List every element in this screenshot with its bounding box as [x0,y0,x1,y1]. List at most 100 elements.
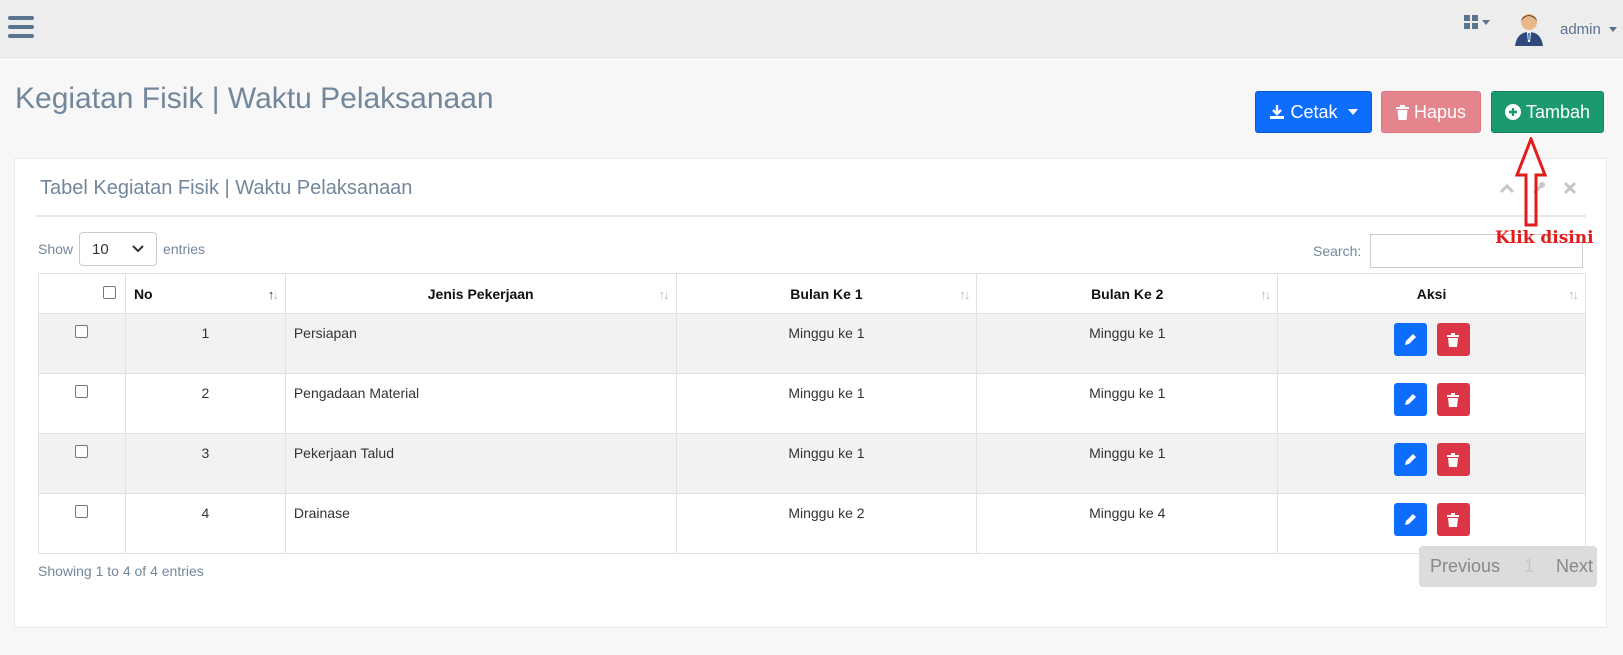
table-row: 4 Drainase Minggu ke 2 Minggu ke 4 [38,493,1586,554]
edit-button[interactable] [1393,443,1427,476]
cell-bulan-1: Minggu ke 2 [675,493,978,554]
row-checkbox-cell [38,493,126,554]
delete-all-button[interactable]: Hapus [1381,91,1481,133]
cell-no: 2 [124,373,286,434]
column-label: Bulan Ke 2 [1091,285,1164,302]
avatar [1515,14,1543,46]
cell-aksi [1277,373,1586,434]
select-all-checkbox[interactable] [102,285,116,299]
trash-icon [1447,332,1460,347]
select-all-cell [38,273,126,314]
annotation-text: Klik disini [1495,228,1594,248]
sort-asc-icon: ↑↓ [267,287,279,302]
page-1-button[interactable]: 1 [1524,556,1534,577]
pencil-icon [1405,333,1417,345]
top-navbar: admin [0,0,1623,58]
row-checkbox-cell [38,373,126,434]
page-length-value: 10 [92,240,109,258]
row-checkbox-cell [38,433,126,494]
close-icon[interactable] [1563,181,1577,200]
previous-page-button[interactable]: Previous [1430,556,1500,577]
column-header-jenis[interactable]: Jenis Pekerjaan ↑↓ [284,273,677,314]
download-icon [1269,104,1285,120]
row-checkbox[interactable] [75,325,89,338]
cell-no: 1 [124,313,286,374]
cell-bulan-2: Minggu ke 1 [976,373,1279,434]
edit-button[interactable] [1393,503,1427,536]
column-label: No [133,285,153,302]
pagination: Previous 1 Next [1419,546,1597,587]
panel-title: Tabel Kegiatan Fisik | Waktu Pelaksanaan [40,177,413,199]
sort-icon: ↑↓ [959,287,970,302]
table-info: Showing 1 to 4 of 4 entries [38,563,204,579]
print-button-label: Cetak [1290,101,1338,122]
sort-icon: ↑↓ [658,287,670,302]
username: admin [1560,20,1601,38]
column-label: Aksi [1416,285,1447,302]
table-panel: Tabel Kegiatan Fisik | Waktu Pelaksanaan… [14,158,1607,628]
delete-button[interactable] [1436,503,1470,536]
cell-jenis: Pengadaan Material [284,373,677,434]
next-page-button[interactable]: Next [1556,556,1593,577]
show-label: Show [38,241,74,257]
cell-bulan-1: Minggu ke 1 [675,373,978,434]
page-title: Kegiatan Fisik | Waktu Pelaksanaan [15,82,494,115]
column-header-bulan-2[interactable]: Bulan Ke 2 ↑↓ [976,273,1279,314]
collapse-icon[interactable] [1499,181,1515,200]
divider [35,215,1586,217]
row-checkbox[interactable] [75,445,89,458]
add-button[interactable]: Tambah [1491,91,1604,133]
trash-icon [1447,392,1460,407]
pencil-icon [1405,513,1417,525]
delete-all-button-label: Hapus [1413,101,1467,122]
sort-icon: ↑↓ [1260,287,1271,302]
user-menu[interactable]: admin [1512,10,1617,48]
column-header-aksi[interactable]: Aksi ↑↓ [1277,273,1586,314]
cell-bulan-2: Minggu ke 1 [976,433,1279,494]
row-checkbox-cell [38,313,126,374]
cell-bulan-1: Minggu ke 1 [675,313,978,374]
table-row: 1 Persiapan Minggu ke 1 Minggu ke 1 [38,313,1586,374]
row-checkbox[interactable] [75,505,89,518]
print-button[interactable]: Cetak [1255,91,1372,133]
cell-bulan-2: Minggu ke 1 [976,313,1279,374]
table-header-row: No ↑↓ Jenis Pekerjaan ↑↓ Bulan Ke 1 ↑↓ B… [38,273,1586,314]
pencil-icon [1405,393,1417,405]
page-length-select[interactable]: 10 [79,232,158,266]
delete-button[interactable] [1436,443,1470,476]
table-row: 2 Pengadaan Material Minggu ke 1 Minggu … [38,373,1586,434]
plus-circle-icon [1504,104,1521,120]
table-row: 3 Pekerjaan Talud Minggu ke 1 Minggu ke … [38,433,1586,494]
cell-jenis: Pekerjaan Talud [284,433,677,494]
search-label: Search: [1313,243,1362,259]
cell-aksi [1277,433,1586,494]
trash-icon [1395,104,1409,120]
page-length-control: Show 10 entries [38,232,205,266]
trash-icon [1447,452,1460,467]
cell-bulan-2: Minggu ke 4 [976,493,1279,554]
edit-button[interactable] [1393,323,1427,356]
data-table: No ↑↓ Jenis Pekerjaan ↑↓ Bulan Ke 1 ↑↓ B… [38,273,1586,554]
cell-jenis: Drainase [284,493,677,554]
column-label: Jenis Pekerjaan [427,285,534,302]
annotation-arrow-icon [1515,137,1547,227]
column-header-no[interactable]: No ↑↓ [124,273,286,314]
chevron-down-icon [132,245,144,253]
row-checkbox[interactable] [75,385,89,398]
sort-icon: ↑↓ [1568,287,1579,302]
chevron-down-icon [1347,109,1358,115]
column-header-bulan-1[interactable]: Bulan Ke 1 ↑↓ [675,273,978,314]
menu-toggle-icon[interactable] [8,16,34,40]
delete-button[interactable] [1436,323,1470,356]
add-button-label: Tambah [1525,101,1591,122]
apps-grid-icon[interactable] [1464,15,1492,29]
entries-label: entries [163,241,206,257]
cell-bulan-1: Minggu ke 1 [675,433,978,494]
edit-button[interactable] [1393,383,1427,416]
delete-button[interactable] [1436,383,1470,416]
column-label: Bulan Ke 1 [790,285,863,302]
chevron-down-icon [1608,26,1617,32]
cell-jenis: Persiapan [284,313,677,374]
cell-aksi [1277,493,1586,554]
cell-no: 3 [124,433,286,494]
